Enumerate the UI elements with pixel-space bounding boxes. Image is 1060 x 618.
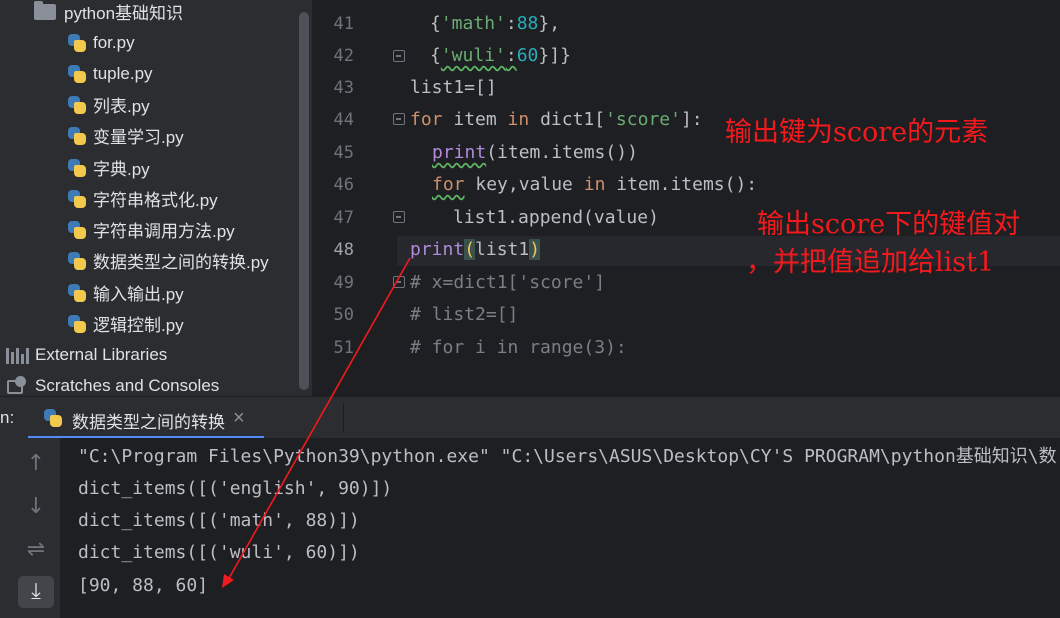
tree-external-libraries[interactable]: External Libraries <box>6 339 167 370</box>
code-line-51: # for i in range(3): <box>410 337 627 358</box>
arrow-up-icon[interactable]: ↑ <box>18 448 54 480</box>
project-tree-scrollbar[interactable] <box>299 12 309 390</box>
line-number: 44 <box>333 110 354 130</box>
tree-file[interactable]: 输入输出.py <box>67 277 184 308</box>
tree-file-label: 数据类型之间的转换.py <box>93 253 269 272</box>
tree-file-label: 列表.py <box>93 97 150 116</box>
run-panel-label: n: <box>0 408 15 427</box>
tree-file[interactable]: 列表.py <box>67 89 150 120</box>
line-number-current: 48 <box>333 240 354 260</box>
tree-file-label: 字典.py <box>93 160 150 179</box>
fold-marker-icon[interactable] <box>393 211 405 223</box>
line-number: 46 <box>333 175 354 195</box>
tree-file-label: 变量学习.py <box>93 128 184 147</box>
console-line: dict_items([('math', 88)]) <box>78 510 360 531</box>
run-panel-header: n: 数据类型之间的转换 × <box>0 396 1060 439</box>
tree-file-label: tuple.py <box>93 63 153 83</box>
arrow-down-icon[interactable]: ↓ <box>18 491 54 523</box>
line-number: 43 <box>333 78 354 98</box>
folder-icon <box>34 0 56 20</box>
annotation-note-2-line2: ，并把值追加给list1 <box>746 247 995 278</box>
tree-folder-label: python基础知识 <box>64 4 184 23</box>
run-tab-label: 数据类型之间的转换 <box>72 413 225 432</box>
tree-file-label: 逻辑控制.py <box>93 316 184 335</box>
python-file-icon <box>67 283 87 303</box>
line-number: 42 <box>333 46 354 66</box>
annotation-note-1: 输出键为score的元素 <box>725 117 989 148</box>
close-icon[interactable]: × <box>233 407 245 430</box>
python-file-icon <box>67 220 87 240</box>
tree-file[interactable]: 数据类型之间的转换.py <box>67 245 269 276</box>
tree-folder-python[interactable]: python基础知识 <box>34 0 183 27</box>
library-icon <box>6 346 30 364</box>
python-file-icon <box>67 33 87 53</box>
fold-marker-icon[interactable] <box>393 276 405 288</box>
tree-file[interactable]: 字符串调用方法.py <box>67 214 235 245</box>
code-line-47: list1.append(value) <box>453 207 659 228</box>
python-file-icon <box>67 126 87 146</box>
python-file-icon <box>67 314 87 334</box>
run-tab[interactable]: 数据类型之间的转换 × <box>28 397 264 439</box>
python-file-icon <box>43 408 63 428</box>
code-line-46: for key,value in item.items(): <box>432 174 758 195</box>
scroll-to-end-icon[interactable]: ⤓ <box>18 576 54 608</box>
console-line: [90, 88, 60] <box>78 575 209 596</box>
line-number: 50 <box>333 305 354 325</box>
fold-marker-icon[interactable] <box>393 50 405 62</box>
tree-scratches-label: Scratches and Consoles <box>35 375 220 395</box>
code-line-45: print(item.items()) <box>432 142 638 163</box>
code-line-44: for item in dict1['score']: <box>410 109 703 130</box>
line-number: 49 <box>333 273 354 293</box>
line-number: 45 <box>333 143 354 163</box>
tree-external-libraries-label: External Libraries <box>35 344 168 364</box>
line-number: 47 <box>333 208 354 228</box>
scratches-icon <box>6 375 28 396</box>
soft-wrap-icon[interactable]: ⇌ <box>18 534 54 566</box>
tree-file[interactable]: tuple.py <box>67 58 153 89</box>
code-line-48: print(list1) <box>410 239 541 260</box>
python-file-icon <box>67 251 87 271</box>
code-line-43: list1=[] <box>410 77 497 98</box>
line-number: 51 <box>333 338 354 358</box>
console-line: dict_items([('wuli', 60)]) <box>78 542 360 563</box>
tree-file-label: 字符串格式化.py <box>93 191 218 210</box>
python-file-icon <box>67 64 87 84</box>
console-line: "C:\Program Files\Python39\python.exe" "… <box>78 446 1057 467</box>
tree-file[interactable]: for.py <box>67 27 135 58</box>
tree-scratches[interactable]: Scratches and Consoles <box>6 370 219 396</box>
fold-marker-icon[interactable] <box>393 113 405 125</box>
tree-file-label: for.py <box>93 32 135 52</box>
project-panel: python基础知识 for.py tuple.py 列表.py 变量学习.py… <box>0 0 312 396</box>
tab-divider <box>343 403 344 433</box>
tree-file[interactable]: 字符串格式化.py <box>67 183 218 214</box>
code-line-49: # x=dict1['score'] <box>410 272 606 293</box>
annotation-note-2-line1: 输出score下的键值对 <box>757 209 1021 240</box>
line-number: 41 <box>333 14 354 34</box>
code-line-50: # list2=[] <box>410 304 519 325</box>
tree-file[interactable]: 变量学习.py <box>67 120 184 151</box>
python-file-icon <box>67 158 87 178</box>
console-line: dict_items([('english', 90)]) <box>78 478 393 499</box>
python-file-icon <box>67 189 87 209</box>
tree-file-label: 字符串调用方法.py <box>93 222 235 241</box>
code-line-42: {'wuli':60}]} <box>430 45 571 66</box>
tree-file[interactable]: 逻辑控制.py <box>67 308 184 339</box>
tree-file[interactable]: 字典.py <box>67 152 150 183</box>
tree-file-label: 输入输出.py <box>93 285 184 304</box>
code-line-41: {'math':88}, <box>430 13 561 34</box>
python-file-icon <box>67 95 87 115</box>
